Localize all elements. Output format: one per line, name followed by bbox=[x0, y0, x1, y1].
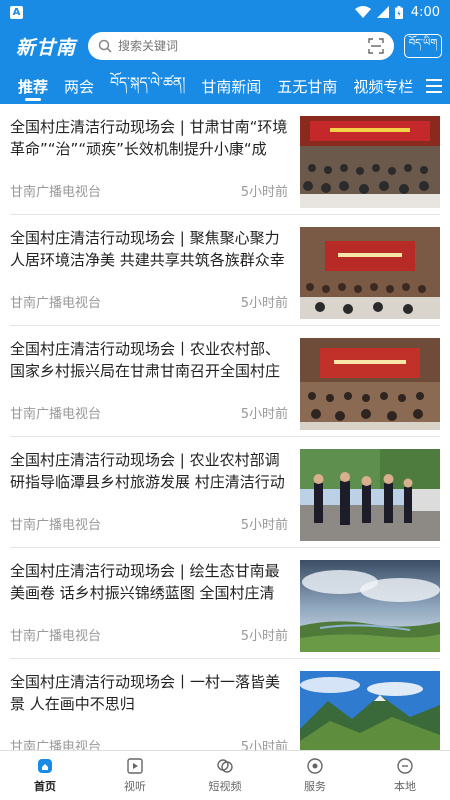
short-video-icon bbox=[217, 759, 233, 773]
news-item[interactable]: 全国村庄清洁行动现场会 | 农业农村部调研指导临潭县乡村旅游发展 村庄清洁行动 … bbox=[10, 437, 440, 548]
play-icon bbox=[127, 758, 143, 774]
news-time: 5小时前 bbox=[240, 296, 288, 311]
battery-icon bbox=[394, 5, 403, 19]
tab-gannan-news[interactable]: 甘南新闻 bbox=[193, 68, 269, 104]
news-source: 甘南广播电视台 bbox=[10, 629, 102, 644]
news-thumbnail bbox=[300, 338, 440, 430]
search-bar[interactable] bbox=[88, 32, 394, 60]
nav-media[interactable]: 视听 bbox=[90, 751, 180, 800]
news-title: 全国村庄清洁行动现场会 | 甘肃甘南“环境革命”“治”“顽疾”长效机制提升小康“… bbox=[10, 118, 288, 158]
tab-tibetan-lessons[interactable]: བོད་སྐད་ལེ་ཚན། bbox=[102, 68, 193, 104]
tab-wuwu-gannan[interactable]: 五无甘南 bbox=[269, 68, 345, 104]
news-source: 甘南广播电视台 bbox=[10, 185, 102, 200]
news-time: 5小时前 bbox=[240, 185, 288, 200]
local-icon bbox=[397, 758, 413, 774]
channel-tabs: 推荐 两会 བོད་སྐད་ལེ་ཚན། 甘南新闻 五无甘南 视频专栏 bbox=[0, 68, 450, 104]
news-source: 甘南广播电视台 bbox=[10, 518, 102, 533]
status-icons bbox=[354, 5, 403, 19]
nav-short-video[interactable]: 短视频 bbox=[180, 751, 270, 800]
news-source: 甘南广播电视台 bbox=[10, 407, 102, 422]
search-input[interactable] bbox=[118, 39, 368, 53]
cell-signal-icon bbox=[376, 6, 389, 18]
app-header: 新甘南 བོད་ཡིག bbox=[0, 24, 450, 68]
news-thumbnail bbox=[300, 227, 440, 319]
news-item[interactable]: 全国村庄清洁行动现场会 | 绘生态甘南最美画卷 话乡村振兴锦绣蓝图 全国村庄清洁… bbox=[10, 548, 440, 659]
bottom-navigation: 首页 视听 短视频 服务 本地 bbox=[0, 750, 450, 800]
search-icon bbox=[98, 39, 112, 53]
home-icon bbox=[38, 759, 52, 773]
news-title: 全国村庄清洁行动现场会丨一村一落皆美景 人在画中不思归 bbox=[10, 673, 281, 713]
service-icon bbox=[307, 758, 323, 774]
scan-icon[interactable] bbox=[368, 38, 384, 54]
news-title: 全国村庄清洁行动现场会 | 农业农村部调研指导临潭县乡村旅游发展 村庄清洁行动 … bbox=[10, 451, 285, 491]
news-title: 全国村庄清洁行动现场会 | 聚焦聚心聚力人居环境洁净美 共建共享共筑各族群众幸福 bbox=[10, 229, 285, 269]
nav-label: 短视频 bbox=[208, 780, 242, 793]
news-time: 5小时前 bbox=[240, 740, 288, 750]
tab-video-column[interactable]: 视频专栏 bbox=[345, 68, 418, 104]
nav-label: 本地 bbox=[394, 780, 416, 793]
tibetan-language-button[interactable]: བོད་ཡིག bbox=[404, 34, 442, 58]
news-item[interactable]: 全国村庄清洁行动现场会 | 甘肃甘南“环境革命”“治”“顽疾”长效机制提升小康“… bbox=[10, 104, 440, 215]
news-item[interactable]: 全国村庄清洁行动现场会丨一村一落皆美景 人在画中不思归 甘南广播电视台 5小时前 bbox=[10, 659, 440, 750]
news-thumbnail bbox=[300, 449, 440, 541]
nav-label: 服务 bbox=[304, 780, 326, 793]
status-time: 4:00 bbox=[410, 4, 440, 20]
nav-local[interactable]: 本地 bbox=[360, 751, 450, 800]
news-source: 甘南广播电视台 bbox=[10, 740, 102, 750]
wifi-icon bbox=[354, 6, 371, 18]
news-source: 甘南广播电视台 bbox=[10, 296, 102, 311]
tabs-menu-button[interactable] bbox=[418, 68, 450, 104]
news-time: 5小时前 bbox=[240, 407, 288, 422]
news-thumbnail bbox=[300, 671, 440, 750]
news-item[interactable]: 全国村庄清洁行动现场会丨农业农村部、国家乡村振兴局在甘肃甘南召开全国村庄 甘南广… bbox=[10, 326, 440, 437]
app-notification-icon: A bbox=[10, 5, 23, 19]
status-bar: A 4:00 bbox=[0, 0, 450, 24]
news-feed: 全国村庄清洁行动现场会 | 甘肃甘南“环境革命”“治”“顽疾”长效机制提升小康“… bbox=[0, 104, 450, 750]
news-thumbnail bbox=[300, 116, 440, 208]
news-title: 全国村庄清洁行动现场会丨农业农村部、国家乡村振兴局在甘肃甘南召开全国村庄 bbox=[10, 340, 281, 380]
news-time: 5小时前 bbox=[240, 629, 288, 644]
tab-two-sessions[interactable]: 两会 bbox=[56, 68, 102, 104]
news-item[interactable]: 全国村庄清洁行动现场会 | 聚焦聚心聚力人居环境洁净美 共建共享共筑各族群众幸福… bbox=[10, 215, 440, 326]
news-title: 全国村庄清洁行动现场会 | 绘生态甘南最美画卷 话乡村振兴锦绣蓝图 全国村庄清洁… bbox=[10, 562, 280, 602]
tab-recommend[interactable]: 推荐 bbox=[10, 68, 56, 104]
nav-label: 视听 bbox=[124, 780, 146, 793]
news-time: 5小时前 bbox=[240, 518, 288, 533]
nav-home[interactable]: 首页 bbox=[0, 751, 90, 800]
nav-service[interactable]: 服务 bbox=[270, 751, 360, 800]
nav-label: 首页 bbox=[34, 780, 56, 793]
menu-icon bbox=[426, 79, 442, 93]
news-thumbnail bbox=[300, 560, 440, 652]
app-logo: 新甘南 bbox=[16, 36, 77, 59]
